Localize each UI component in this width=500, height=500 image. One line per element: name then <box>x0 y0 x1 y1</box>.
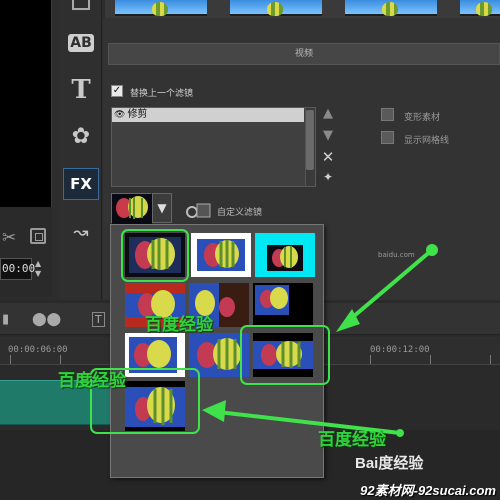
preset-thumbnail[interactable] <box>111 193 152 224</box>
timeline-text-icon[interactable]: T <box>92 312 105 327</box>
annotation-highlight-box <box>240 325 330 385</box>
preview-window <box>0 0 52 207</box>
preview-controls <box>0 207 52 297</box>
graphics-flower-icon[interactable]: ✿ <box>66 122 96 152</box>
ruler-tick <box>10 355 11 364</box>
custom-filter-icon[interactable] <box>185 201 211 219</box>
scissors-icon[interactable]: ✂ <box>2 228 16 248</box>
ruler-tick <box>370 355 371 364</box>
baidu-watermark: Bai度经验 <box>355 455 424 472</box>
preset-option[interactable] <box>253 283 313 327</box>
copy-icon[interactable] <box>30 228 46 244</box>
annotation-text: 百度经验 <box>58 371 126 391</box>
replace-filter-label: 替换上一个滤镜 <box>130 89 194 99</box>
video-editor-window: ✂ 00:00 ▲ ▼ AB T ✿ FX ↝ 视频 ✓ 替换上一个滤镜 👁 修剪 … <box>0 0 500 500</box>
panel-section-title: 视频 <box>108 43 500 65</box>
library-thumb[interactable] <box>460 0 500 16</box>
ruler-tick <box>430 355 431 364</box>
fx-icon[interactable]: FX <box>63 168 99 200</box>
preset-option[interactable] <box>255 233 315 277</box>
transform-checkbox[interactable] <box>381 108 394 121</box>
timeline-circles-icon[interactable]: ⬤⬤ <box>32 312 61 327</box>
library-thumb[interactable] <box>345 0 437 16</box>
close-icon[interactable]: ✕ <box>320 148 336 166</box>
grid-label: 显示网格线 <box>404 136 450 146</box>
ruler-tick <box>60 355 61 364</box>
custom-filter-label: 自定义滤镜 <box>217 208 263 218</box>
move-down-icon[interactable]: ▼ <box>320 128 336 143</box>
library-thumb[interactable] <box>115 0 207 16</box>
ruler-label: 00:00:12:00 <box>370 345 430 355</box>
move-up-icon[interactable]: ▲ <box>320 106 336 121</box>
timecode-field[interactable]: 00:00 <box>0 258 35 280</box>
filter-list-scroll-thumb[interactable] <box>306 110 314 170</box>
grid-checkbox[interactable] <box>381 131 394 144</box>
transform-label: 变形素材 <box>404 113 441 123</box>
ruler-label: 00:00:06:00 <box>8 345 68 355</box>
annotation-text: 百度经验 <box>318 430 386 450</box>
eye-icon[interactable]: 👁 <box>114 110 125 120</box>
preset-option[interactable] <box>191 233 251 277</box>
library-thumb[interactable] <box>230 0 322 16</box>
filter-item-trim[interactable]: 👁 修剪 <box>112 108 304 122</box>
path-icon[interactable]: ↝ <box>66 218 96 248</box>
timecode-spinner[interactable]: ▲ ▼ <box>35 259 41 279</box>
replace-filter-checkbox[interactable]: ✓ <box>111 85 123 97</box>
filter-item-label: 修剪 <box>127 109 148 120</box>
footer-watermark: 92素材网-92sucai.com <box>360 483 496 498</box>
annotation-text: 百度经验 <box>145 315 213 335</box>
ruler-tick <box>490 355 491 364</box>
timeline-tool-icon[interactable]: ▮ <box>2 312 9 327</box>
media-icon[interactable] <box>72 0 90 10</box>
preset-dropdown-button[interactable]: ▼ <box>152 193 172 223</box>
add-star-icon[interactable]: ✦ <box>320 170 336 184</box>
annotation-highlight-box <box>121 229 189 282</box>
baidu-sub-watermark: baidu.com <box>378 251 415 259</box>
title-ab-icon[interactable]: AB <box>66 28 96 58</box>
text-t-icon[interactable]: T <box>66 75 96 105</box>
